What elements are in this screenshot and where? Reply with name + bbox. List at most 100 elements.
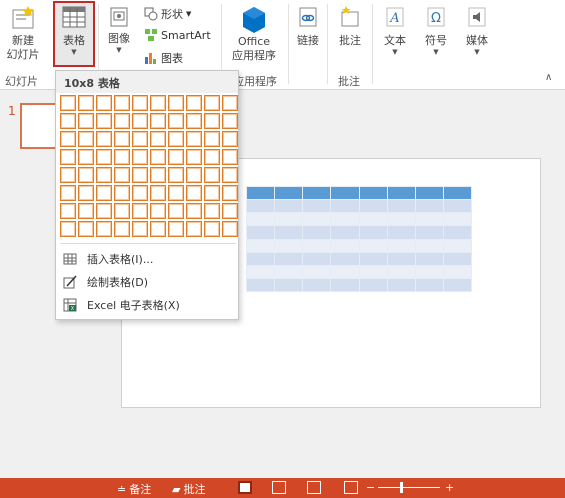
grid-cell[interactable] bbox=[114, 203, 130, 219]
grid-cell[interactable] bbox=[168, 113, 184, 129]
grid-cell[interactable] bbox=[186, 167, 202, 183]
grid-cell[interactable] bbox=[222, 167, 238, 183]
grid-cell[interactable] bbox=[150, 203, 166, 219]
grid-cell[interactable] bbox=[222, 95, 238, 111]
grid-cell[interactable] bbox=[96, 203, 112, 219]
zoom-out-icon[interactable]: − bbox=[366, 481, 375, 494]
grid-cell[interactable] bbox=[60, 131, 76, 147]
collapse-ribbon-icon[interactable]: ∧ bbox=[545, 72, 552, 83]
grid-cell[interactable] bbox=[78, 221, 94, 237]
media-button[interactable]: 媒体 ▼ bbox=[460, 6, 494, 56]
grid-cell[interactable] bbox=[132, 131, 148, 147]
grid-cell[interactable] bbox=[168, 167, 184, 183]
grid-cell[interactable] bbox=[186, 221, 202, 237]
grid-cell[interactable] bbox=[114, 167, 130, 183]
grid-cell[interactable] bbox=[222, 131, 238, 147]
grid-cell[interactable] bbox=[222, 203, 238, 219]
draw-table-menu-item[interactable]: 绘制表格(D) bbox=[60, 272, 236, 292]
grid-cell[interactable] bbox=[96, 131, 112, 147]
grid-cell[interactable] bbox=[78, 167, 94, 183]
comment-button[interactable]: 批注 bbox=[332, 6, 368, 48]
grid-cell[interactable] bbox=[132, 95, 148, 111]
grid-cell[interactable] bbox=[96, 167, 112, 183]
grid-cell[interactable] bbox=[204, 131, 220, 147]
grid-cell[interactable] bbox=[114, 149, 130, 165]
grid-cell[interactable] bbox=[78, 203, 94, 219]
grid-cell[interactable] bbox=[150, 185, 166, 201]
grid-cell[interactable] bbox=[132, 167, 148, 183]
office-apps-button[interactable]: Office 应用程序 bbox=[224, 5, 284, 63]
insert-table-menu-item[interactable]: 插入表格(I)... bbox=[60, 249, 236, 269]
grid-cell[interactable] bbox=[96, 149, 112, 165]
grid-cell[interactable] bbox=[150, 113, 166, 129]
slideshow-icon[interactable] bbox=[344, 481, 358, 494]
grid-cell[interactable] bbox=[204, 167, 220, 183]
grid-cell[interactable] bbox=[168, 203, 184, 219]
grid-cell[interactable] bbox=[60, 221, 76, 237]
grid-cell[interactable] bbox=[60, 149, 76, 165]
grid-cell[interactable] bbox=[204, 95, 220, 111]
grid-cell[interactable] bbox=[204, 185, 220, 201]
grid-cell[interactable] bbox=[114, 185, 130, 201]
grid-cell[interactable] bbox=[132, 149, 148, 165]
grid-cell[interactable] bbox=[96, 221, 112, 237]
grid-cell[interactable] bbox=[150, 149, 166, 165]
grid-cell[interactable] bbox=[78, 185, 94, 201]
zoom-slider-thumb[interactable] bbox=[400, 482, 403, 493]
slide-thumbnail[interactable] bbox=[20, 103, 60, 149]
grid-cell[interactable] bbox=[204, 221, 220, 237]
grid-cell[interactable] bbox=[168, 95, 184, 111]
table-button-content[interactable]: 表格 ▼ bbox=[55, 4, 93, 56]
grid-cell[interactable] bbox=[168, 221, 184, 237]
notes-button[interactable]: ≐ 备注 bbox=[117, 481, 151, 497]
grid-cell[interactable] bbox=[222, 113, 238, 129]
normal-view-icon[interactable] bbox=[238, 481, 252, 494]
grid-cell[interactable] bbox=[132, 203, 148, 219]
grid-cell[interactable] bbox=[168, 185, 184, 201]
grid-cell[interactable] bbox=[96, 185, 112, 201]
new-slide-button[interactable]: 新建 幻灯片 bbox=[3, 4, 43, 62]
grid-cell[interactable] bbox=[60, 167, 76, 183]
grid-cell[interactable] bbox=[186, 113, 202, 129]
grid-cell[interactable] bbox=[186, 131, 202, 147]
slide-sorter-icon[interactable] bbox=[272, 481, 286, 494]
grid-cell[interactable] bbox=[60, 113, 76, 129]
grid-cell[interactable] bbox=[222, 185, 238, 201]
reading-view-icon[interactable] bbox=[307, 481, 321, 494]
grid-cell[interactable] bbox=[132, 113, 148, 129]
grid-cell[interactable] bbox=[78, 113, 94, 129]
grid-cell[interactable] bbox=[168, 131, 184, 147]
grid-cell[interactable] bbox=[186, 203, 202, 219]
grid-cell[interactable] bbox=[186, 95, 202, 111]
grid-cell[interactable] bbox=[150, 131, 166, 147]
shapes-button[interactable]: 形状 ▼ bbox=[144, 6, 191, 22]
text-button[interactable]: A 文本 ▼ bbox=[378, 6, 412, 56]
zoom-in-icon[interactable]: + bbox=[445, 481, 454, 494]
grid-cell[interactable] bbox=[132, 221, 148, 237]
grid-cell[interactable] bbox=[60, 95, 76, 111]
table-size-grid[interactable] bbox=[60, 95, 238, 237]
symbol-button[interactable]: Ω 符号 ▼ bbox=[419, 6, 453, 56]
grid-cell[interactable] bbox=[60, 185, 76, 201]
grid-cell[interactable] bbox=[78, 131, 94, 147]
grid-cell[interactable] bbox=[168, 149, 184, 165]
grid-cell[interactable] bbox=[114, 95, 130, 111]
excel-table-menu-item[interactable]: X Excel 电子表格(X) bbox=[60, 295, 236, 315]
grid-cell[interactable] bbox=[96, 113, 112, 129]
link-button[interactable]: 链接 bbox=[292, 6, 324, 48]
grid-cell[interactable] bbox=[204, 149, 220, 165]
grid-cell[interactable] bbox=[150, 221, 166, 237]
grid-cell[interactable] bbox=[186, 149, 202, 165]
grid-cell[interactable] bbox=[222, 221, 238, 237]
zoom-slider-track[interactable] bbox=[378, 487, 440, 488]
comments-button[interactable]: ▰ 批注 bbox=[172, 481, 205, 497]
grid-cell[interactable] bbox=[150, 167, 166, 183]
grid-cell[interactable] bbox=[204, 203, 220, 219]
grid-cell[interactable] bbox=[114, 131, 130, 147]
inserted-table[interactable] bbox=[245, 185, 473, 293]
grid-cell[interactable] bbox=[114, 113, 130, 129]
grid-cell[interactable] bbox=[204, 113, 220, 129]
grid-cell[interactable] bbox=[150, 95, 166, 111]
grid-cell[interactable] bbox=[186, 185, 202, 201]
grid-cell[interactable] bbox=[96, 95, 112, 111]
